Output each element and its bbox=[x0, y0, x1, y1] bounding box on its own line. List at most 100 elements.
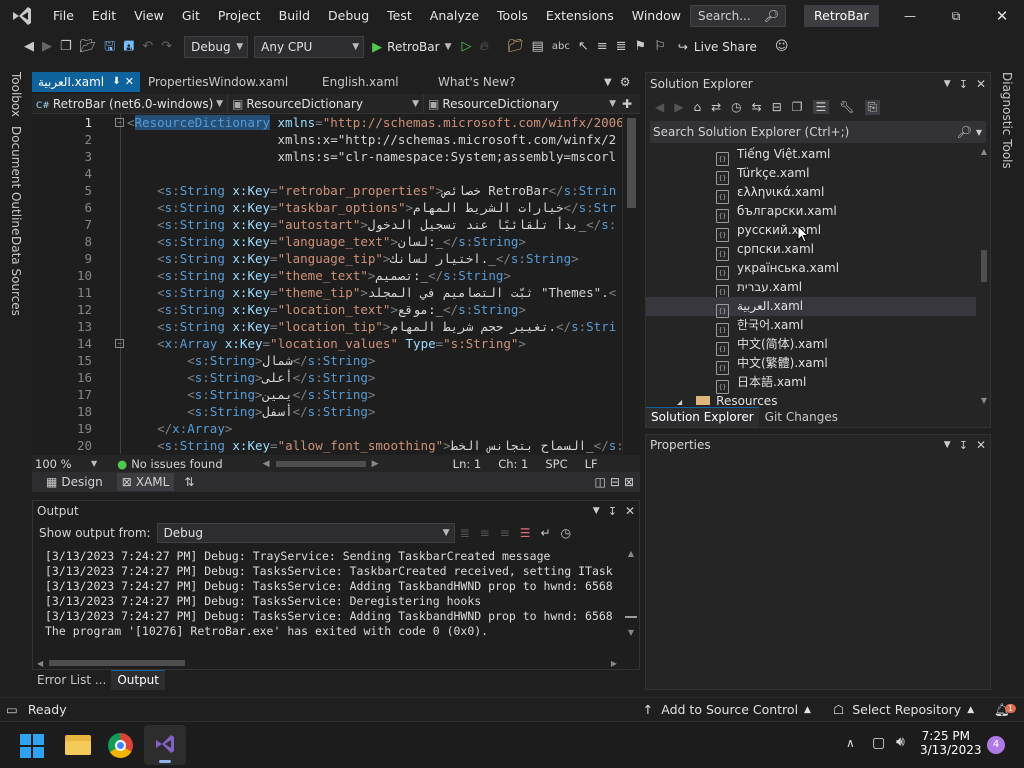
code-line[interactable]: <s:String x:Key="retrobar_properties">خص… bbox=[127, 182, 622, 199]
scroll-thumb[interactable] bbox=[627, 118, 636, 208]
code-line[interactable]: <s:String>أعلى</s:String> bbox=[127, 369, 622, 386]
scroll-thumb[interactable] bbox=[49, 660, 186, 666]
line-ending[interactable]: LF bbox=[585, 457, 598, 471]
swap-panes-icon[interactable]: ⇅ bbox=[184, 475, 194, 489]
indent-icon[interactable]: ≡ bbox=[593, 32, 612, 62]
prev-message-icon[interactable]: ≡ bbox=[480, 526, 490, 540]
diagnostic-tools-tab[interactable]: Diagnostic Tools bbox=[1000, 72, 1014, 169]
open-folder-icon[interactable]: 📂︎ bbox=[76, 32, 101, 62]
tab-solution-explorer[interactable]: Solution Explorer bbox=[646, 407, 759, 427]
menu-view[interactable]: View bbox=[125, 0, 173, 32]
solution-item-file[interactable]: {} العربية.xaml bbox=[646, 297, 976, 318]
scope-select-1[interactable]: ▣ ResourceDictionary ▼ bbox=[228, 93, 424, 114]
clear-all-icon[interactable]: ☰ bbox=[520, 526, 531, 540]
notification-center-badge[interactable]: 4 bbox=[987, 736, 1005, 754]
code-line[interactable]: <s:String>شمال</s:String> bbox=[127, 352, 622, 369]
scroll-thumb[interactable] bbox=[275, 460, 366, 467]
home-icon[interactable]: ⌂ bbox=[693, 100, 701, 114]
tab-whats-new[interactable]: What's New? bbox=[432, 72, 592, 92]
select-element-icon[interactable]: ↖ bbox=[574, 32, 593, 62]
notifications-button[interactable]: 🔔︎ 1 bbox=[994, 702, 1016, 718]
pin-icon[interactable]: ⬇ bbox=[112, 72, 120, 92]
design-tab[interactable]: ▦ Design bbox=[46, 475, 103, 489]
menu-build[interactable]: Build bbox=[270, 0, 319, 32]
code-line[interactable]: <s:String x:Key="allow_font_smoothing">ا… bbox=[127, 437, 622, 454]
code-line[interactable]: <s:String x:Key="taskbar_options">خيارات… bbox=[127, 199, 622, 216]
chevron-up-icon[interactable]: ∧ bbox=[846, 736, 855, 750]
collapse-icon[interactable]: − bbox=[115, 339, 124, 348]
line-number[interactable]: Ln: 1 bbox=[453, 457, 482, 471]
solution-folder-resources[interactable]: ◢ Resources bbox=[646, 392, 976, 405]
solution-item-file[interactable]: {} 한국어.xaml bbox=[646, 316, 976, 337]
code-line[interactable]: <ResourceDictionary xmlns="http://schema… bbox=[127, 114, 622, 131]
code-line[interactable]: <s:String x:Key="autostart">بدأ تلقائيًا… bbox=[127, 216, 622, 233]
code-line[interactable]: <s:String>أسفل</s:String> bbox=[127, 403, 622, 420]
solution-item-file[interactable]: {} 中文(简体).xaml bbox=[646, 335, 976, 356]
output-source-select[interactable]: Debug ▼ bbox=[156, 523, 455, 543]
code-line[interactable]: xmlns:s="clr-namespace:System;assembly=m… bbox=[127, 148, 622, 165]
show-all-files-icon[interactable]: ❐ bbox=[792, 100, 803, 114]
file-explorer-icon[interactable] bbox=[65, 735, 91, 755]
properties-wrench-icon[interactable]: 🔧︎ bbox=[839, 100, 854, 114]
close-icon[interactable]: ✕ bbox=[976, 438, 986, 452]
tab-git-changes[interactable]: Git Changes bbox=[759, 410, 844, 424]
solution-search-box[interactable]: Search Solution Explorer (Ctrl+;) 🔎︎ ▼ bbox=[650, 121, 986, 143]
new-item-icon[interactable]: ❐ bbox=[56, 32, 76, 62]
tab-overflow-icon[interactable]: ▼ bbox=[604, 77, 612, 88]
menu-tools[interactable]: Tools bbox=[488, 0, 537, 32]
scroll-down-icon[interactable]: ▼ bbox=[623, 628, 639, 637]
switch-views-icon[interactable]: ⇄ bbox=[711, 100, 721, 114]
live-share-button[interactable]: ↪ Live Share bbox=[678, 40, 757, 54]
output-vertical-scrollbar[interactable]: ▲ ▼ bbox=[623, 549, 639, 655]
code-line[interactable]: <s:String>يمين</s:String> bbox=[127, 386, 622, 403]
back-icon[interactable]: ◀ bbox=[655, 100, 664, 114]
save-icon[interactable]: 🖫︎ bbox=[100, 32, 119, 62]
network-icon[interactable]: ▢ bbox=[872, 735, 885, 751]
tab-english-xaml[interactable]: English.xaml bbox=[316, 72, 432, 92]
add-to-source-control-button[interactable]: ↑ Add to Source Control ▲ bbox=[643, 702, 811, 717]
scroll-right-icon[interactable]: ▶ bbox=[611, 659, 617, 668]
project-select[interactable]: C# RetroBar (net6.0-windows) ▼ bbox=[32, 93, 228, 114]
zoom-level[interactable]: 100 % bbox=[35, 457, 91, 471]
tab-output[interactable]: Output bbox=[111, 670, 165, 690]
collapse-pane-icon[interactable]: ⊠ bbox=[624, 475, 634, 489]
find-message-icon[interactable]: ≣ bbox=[460, 526, 470, 540]
solution-folder-icon[interactable]: 📁︎ bbox=[503, 32, 528, 62]
code-line[interactable]: <s:String x:Key="language_tip">اختيار لس… bbox=[127, 250, 622, 267]
configuration-select[interactable]: Debug ▼ bbox=[184, 36, 249, 58]
scroll-thumb[interactable] bbox=[625, 616, 637, 618]
search-box[interactable]: Search... 🔎︎ bbox=[690, 5, 786, 27]
close-icon[interactable]: ✕ bbox=[125, 72, 134, 92]
solution-item-file[interactable]: {} ελληνικά.xaml bbox=[646, 183, 976, 204]
document-outline-tab[interactable]: Document Outline bbox=[9, 126, 23, 235]
code-line[interactable]: <s:String x:Key="location_text">موقع:_</… bbox=[127, 301, 622, 318]
char-number[interactable]: Ch: 1 bbox=[498, 457, 528, 471]
forward-icon[interactable]: ▶ bbox=[674, 100, 683, 114]
collapse-all-icon[interactable]: ⊟ bbox=[772, 100, 782, 114]
menu-git[interactable]: Git bbox=[173, 0, 209, 32]
start-without-debugging-icon[interactable]: ▷ bbox=[457, 32, 475, 62]
preview-icon[interactable]: ⎘ bbox=[864, 99, 881, 115]
output-horizontal-scrollbar[interactable]: ◀ ▶ bbox=[37, 657, 617, 669]
editor-vertical-scrollbar[interactable] bbox=[622, 114, 640, 454]
restore-icon[interactable]: ⧉ bbox=[946, 0, 966, 32]
chrome-icon[interactable] bbox=[108, 733, 133, 758]
toolbox-tab[interactable]: Toolbox bbox=[9, 72, 23, 117]
scroll-left-icon[interactable]: ◀ bbox=[263, 459, 270, 469]
scroll-thumb[interactable] bbox=[981, 250, 987, 282]
issues-status[interactable]: No issues found bbox=[131, 457, 222, 471]
clock[interactable]: 7:25 PM 3/13/2023 bbox=[920, 729, 982, 757]
word-wrap-icon[interactable]: ↵ bbox=[541, 526, 551, 540]
pin-icon[interactable]: ↧ bbox=[959, 78, 968, 91]
save-all-icon[interactable]: 🖪︎ bbox=[119, 32, 138, 62]
scroll-right-icon[interactable]: ▶ bbox=[372, 459, 379, 469]
windows-start-icon[interactable] bbox=[20, 734, 44, 758]
run-button[interactable]: ▶ RetroBar ▼ bbox=[372, 40, 451, 55]
solution-explorer-scrollbar[interactable]: ▲ ▼ bbox=[978, 147, 990, 405]
comment-icon[interactable]: ≣ bbox=[612, 32, 631, 62]
close-icon[interactable]: ✕ bbox=[976, 77, 986, 91]
menu-window[interactable]: Window bbox=[623, 0, 690, 32]
code-line[interactable] bbox=[127, 165, 622, 182]
menu-extensions[interactable]: Extensions bbox=[537, 0, 623, 32]
solution-item-file[interactable]: {} српски.xaml bbox=[646, 240, 976, 261]
